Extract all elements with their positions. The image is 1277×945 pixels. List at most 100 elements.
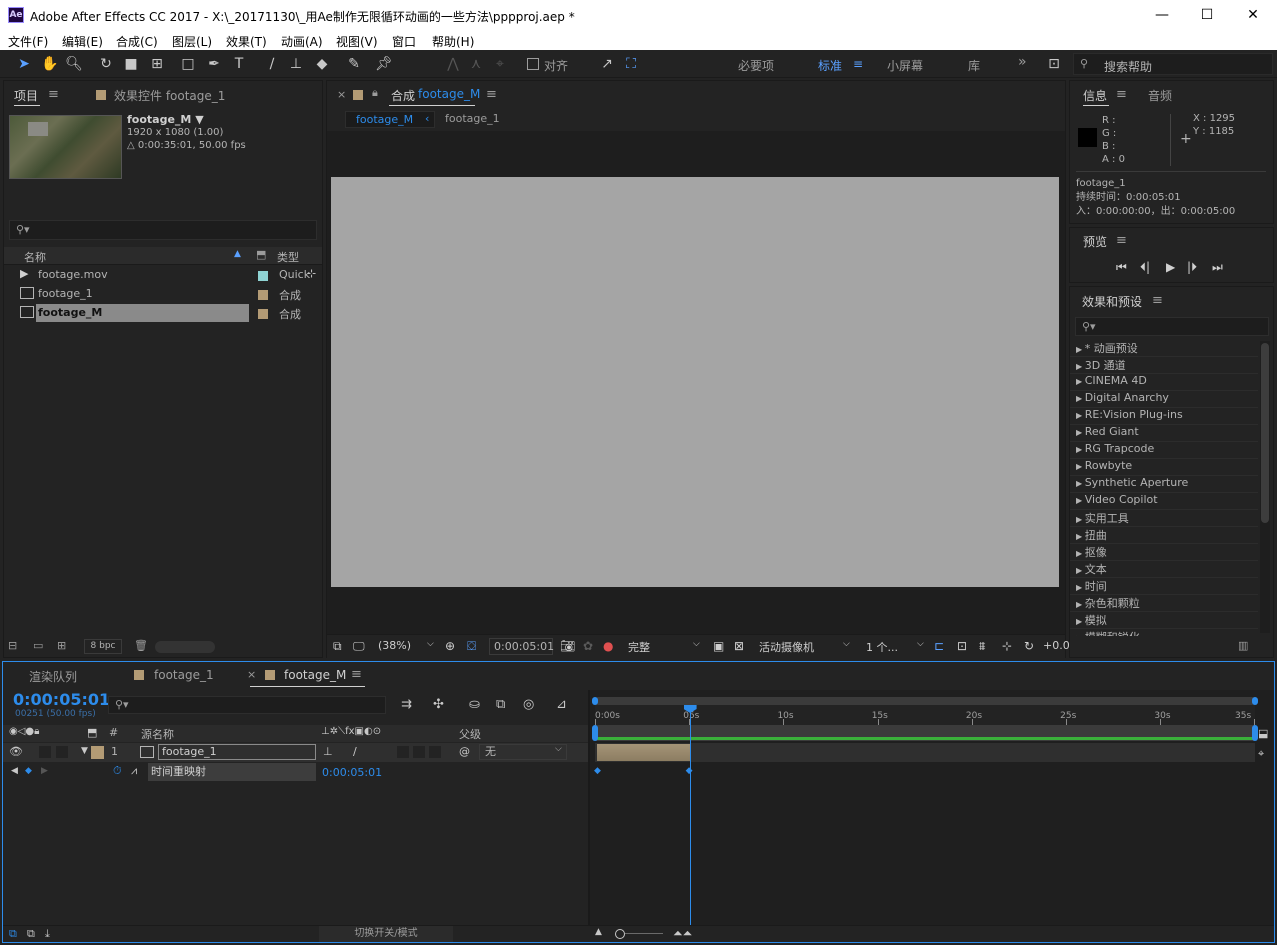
- layer-duration-bar[interactable]: [597, 744, 690, 761]
- timeline-search-box[interactable]: ⚲▾: [108, 696, 386, 714]
- always-preview-icon[interactable]: ⧉: [333, 639, 342, 654]
- current-time-field[interactable]: 0:00:05:01: [489, 638, 554, 655]
- parent-dropdown[interactable]: 无: [479, 744, 567, 760]
- sync-settings-icon[interactable]: ⊡: [1044, 54, 1064, 74]
- collapse-transform-icon[interactable]: ⊥: [323, 745, 333, 758]
- close-tab-icon[interactable]: ×: [247, 668, 256, 681]
- selection-tool-icon[interactable]: ➤: [14, 54, 34, 74]
- resolution-grid-icon[interactable]: ⊕: [445, 639, 455, 653]
- effects-category-item[interactable]: ▶ Digital Anarchy: [1070, 391, 1258, 408]
- effects-category-item[interactable]: ▶ CINEMA 4D: [1070, 374, 1258, 391]
- expand-arrow-icon[interactable]: ▶: [1076, 462, 1085, 471]
- source-name-header[interactable]: 源名称: [141, 726, 174, 742]
- timeline-layer-row[interactable]: 👁︎ ▼ 1 footage_1 ⊥ ∕ @ 无 ⌵: [3, 743, 588, 762]
- menu-animation[interactable]: 动画(A): [281, 33, 323, 50]
- column-name-header[interactable]: 名称: [24, 249, 46, 265]
- maximize-button[interactable]: ☐: [1197, 6, 1217, 24]
- roto-brush-tool-icon[interactable]: ✎: [344, 54, 364, 74]
- first-frame-icon[interactable]: ⏮: [1116, 260, 1127, 275]
- views-chevron-down-icon[interactable]: ⌵: [917, 639, 924, 649]
- views-dropdown[interactable]: 1 个...: [866, 639, 898, 655]
- close-button[interactable]: ✕: [1243, 6, 1263, 24]
- label-color-swatch[interactable]: [258, 309, 268, 319]
- transfer-controls-pane-icon[interactable]: ⧉: [27, 927, 35, 941]
- eraser-tool-icon[interactable]: ◆: [312, 54, 332, 74]
- keyframe-start[interactable]: ◆: [594, 766, 601, 776]
- zoom-chevron-down-icon[interactable]: ⌵: [427, 639, 434, 649]
- effects-category-item[interactable]: ▶ 扭曲: [1070, 527, 1258, 544]
- next-keyframe-icon[interactable]: ▶: [41, 766, 48, 776]
- menu-view[interactable]: 视图(V): [336, 33, 378, 50]
- tab-audio[interactable]: 音频: [1148, 87, 1172, 104]
- flowchart-icon[interactable]: ⊹: [1002, 639, 1012, 653]
- composition-canvas[interactable]: [331, 177, 1059, 587]
- effects-category-item[interactable]: ▶ 3D 通道: [1070, 357, 1258, 374]
- previous-frame-icon[interactable]: ⏴|: [1140, 260, 1150, 275]
- view-axis-icon[interactable]: ⌖: [490, 54, 510, 74]
- effects-category-item[interactable]: ▶ 时间: [1070, 578, 1258, 595]
- local-axis-icon[interactable]: ⋀: [443, 54, 463, 74]
- lock-icon[interactable]: 🔒︎: [372, 86, 378, 100]
- composition-panel-menu-icon[interactable]: ≡: [486, 87, 497, 102]
- trash-icon[interactable]: 🗑︎: [134, 639, 148, 652]
- label-column-icon[interactable]: ⬒: [256, 248, 266, 261]
- comp-button-icon[interactable]: ⌖: [1258, 747, 1264, 761]
- effects-category-item[interactable]: ▶ Video Copilot: [1070, 493, 1258, 510]
- interpret-footage-icon[interactable]: ⊟: [8, 639, 17, 652]
- fast-previews-icon[interactable]: ▣: [713, 639, 724, 653]
- tab-effect-controls[interactable]: 效果控件 footage_1: [114, 87, 225, 104]
- resolution-dropdown[interactable]: 完整: [628, 639, 650, 655]
- effects-new-preset-icon[interactable]: ▥: [1238, 639, 1248, 652]
- label-column-icon[interactable]: ⬒: [87, 726, 97, 739]
- brush-tool-icon[interactable]: ∕: [262, 54, 282, 74]
- expand-arrow-icon[interactable]: ▶: [1076, 345, 1085, 354]
- tab-footage-1-timeline[interactable]: footage_1: [154, 668, 214, 682]
- label-color-swatch[interactable]: [258, 271, 268, 281]
- layer-switches-pane-icon[interactable]: ⧉: [9, 927, 17, 941]
- column-type-header[interactable]: 类型: [277, 249, 299, 265]
- workspace-standard[interactable]: 标准: [818, 57, 842, 74]
- close-tab-button[interactable]: ×: [337, 88, 346, 101]
- preview-panel-menu-icon[interactable]: ≡: [1116, 233, 1127, 248]
- world-axis-icon[interactable]: ⋏: [466, 54, 486, 74]
- expand-layer-chevron-down-icon[interactable]: ▼: [81, 746, 88, 756]
- menu-layer[interactable]: 图层(L): [172, 33, 212, 50]
- timeline-icon[interactable]: ⩩: [979, 639, 985, 654]
- toggle-pixel-aspect-icon[interactable]: ⊏: [934, 639, 944, 653]
- monitor-icon[interactable]: 🖵︎: [353, 639, 365, 654]
- zoom-slider-track[interactable]: [625, 933, 663, 934]
- workspace-libraries[interactable]: 库: [968, 57, 980, 74]
- tab-effects-presets[interactable]: 效果和预设: [1082, 293, 1142, 310]
- frame-blend-switch[interactable]: [413, 746, 425, 758]
- work-area-bar[interactable]: [592, 725, 1258, 741]
- menu-effect[interactable]: 效果(T): [226, 33, 267, 50]
- menu-file[interactable]: 文件(F): [8, 33, 48, 50]
- expand-arrow-icon[interactable]: ▶: [1076, 377, 1085, 386]
- motion-blur-switch[interactable]: [429, 746, 441, 758]
- zoom-slider-handle[interactable]: [615, 929, 625, 939]
- effects-category-item[interactable]: ▶ 模拟: [1070, 612, 1258, 629]
- expand-arrow-icon[interactable]: ▶: [1076, 515, 1085, 524]
- label-color-swatch[interactable]: [258, 290, 268, 300]
- pan-behind-tool-icon[interactable]: ⊞: [147, 54, 167, 74]
- comp-marker-bin-icon[interactable]: ⬓: [1258, 727, 1268, 740]
- help-search-box[interactable]: ⚲ 搜索帮助: [1073, 53, 1273, 75]
- av-features-icons[interactable]: ◉◁●🔒︎: [9, 726, 39, 737]
- current-time-indicator[interactable]: [683, 705, 697, 925]
- pen-tool-icon[interactable]: ✒: [204, 54, 224, 74]
- expand-arrow-icon[interactable]: ▶: [1076, 496, 1085, 505]
- next-frame-icon[interactable]: |⏵: [1187, 260, 1197, 275]
- play-icon[interactable]: ▶: [1166, 260, 1175, 274]
- expand-arrow-icon[interactable]: ▶: [1076, 445, 1085, 454]
- zoom-tool-icon[interactable]: 🔍︎: [64, 54, 84, 74]
- breadcrumb-footage-1[interactable]: footage_1: [445, 112, 500, 125]
- expand-arrow-icon[interactable]: ▶: [1076, 549, 1085, 558]
- project-item-row-selected[interactable]: footage_M 合成: [4, 304, 322, 323]
- menu-window[interactable]: 窗口: [392, 33, 416, 50]
- parent-chevron-down-icon[interactable]: ⌵: [555, 744, 562, 754]
- toggle-switches-modes-button[interactable]: 切换开关/模式: [319, 926, 453, 942]
- minimize-button[interactable]: —: [1152, 6, 1172, 24]
- frame-blending-icon[interactable]: ⧉: [496, 697, 505, 712]
- expand-arrow-icon[interactable]: ▶: [1076, 634, 1085, 636]
- project-item-row[interactable]: footage_1 合成: [4, 285, 322, 304]
